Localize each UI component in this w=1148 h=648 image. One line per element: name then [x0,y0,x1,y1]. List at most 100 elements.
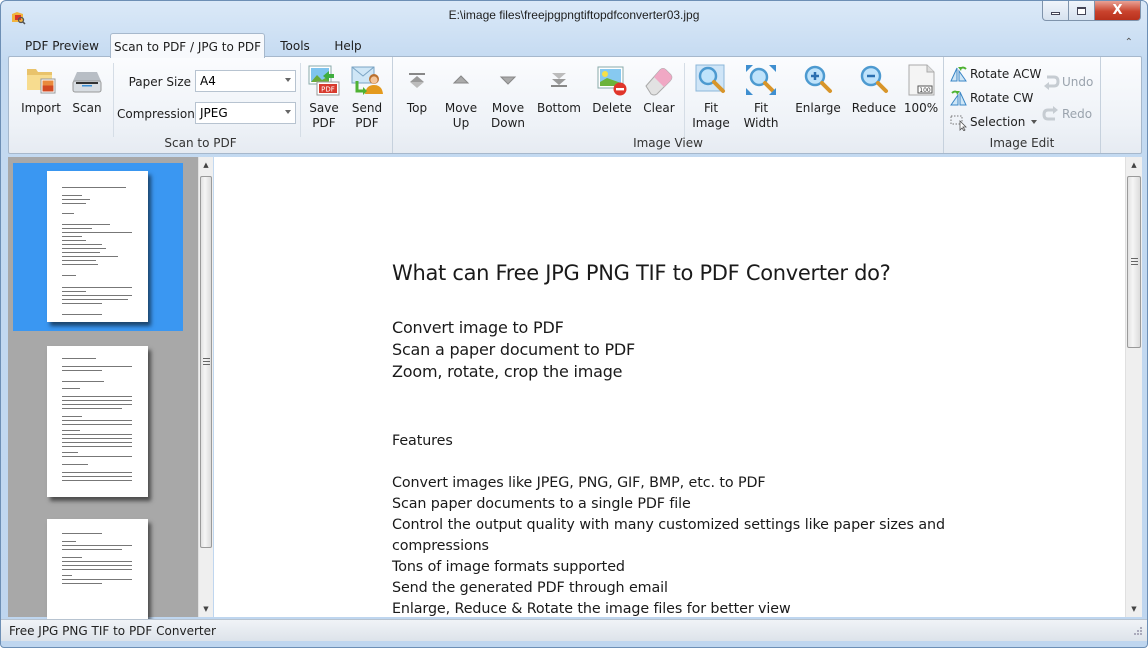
thumbnail-text-line [62,244,102,245]
close-button[interactable]: X [1095,1,1141,21]
tab-scan-to-pdf[interactable]: Scan to PDF / JPG to PDF [110,33,265,58]
send-pdf-button[interactable]: Send PDF [347,63,387,131]
reduce-button[interactable]: Reduce [847,63,901,116]
group-image-view: Top Move Up Move Down Bottom Delete Clea… [393,57,944,153]
feature-line: Convert images like JPEG, PNG, GIF, BMP,… [392,475,766,491]
thumbnail-text-line [62,565,132,566]
enlarge-button[interactable]: Enlarge [791,63,845,116]
scroll-up-arrow-icon[interactable]: ▲ [1126,157,1142,173]
scan-button[interactable]: Scan [67,63,107,116]
fit-width-icon [744,63,778,97]
thumbnail-text-line [62,264,98,265]
thumbnail-text-line [62,404,132,405]
import-button[interactable]: Import [19,63,63,116]
separator [113,63,114,137]
delete-button[interactable]: Delete [592,63,632,116]
viewer-scrollbar[interactable]: ▲ ▼ [1125,157,1142,617]
thumbnail-text-line [62,480,132,481]
group-scan-to-pdf: Import Scan Paper Size A4 Compression JP… [9,57,393,153]
thumbnail-page-3[interactable] [47,519,148,619]
collapse-ribbon-button[interactable]: ⌃ [1125,37,1133,48]
thumbnail-text-line [62,430,80,431]
redo-button[interactable]: Redo [1042,104,1092,124]
thumbnail-panel [8,157,198,619]
intro-line: Convert image to PDF [392,318,564,337]
minimize-button[interactable] [1042,1,1069,21]
thumbnail-text-line [62,408,122,409]
thumbnail-text-line [62,224,110,225]
thumbnail-text-line [62,260,96,261]
thumbnail-text-line [62,557,82,558]
compression-label: Compression [117,107,195,121]
thumbnail-text-line [62,195,82,196]
move-to-bottom-icon [542,63,576,97]
thumbnail-text-line [62,203,86,204]
actual-size-button[interactable]: 100 100% [901,63,941,116]
thumbnail-text-line [62,228,92,229]
thumbnail-text-line [62,456,132,457]
move-down-button[interactable]: Move Down [489,63,527,131]
thumbnail-text-line [62,541,76,542]
resize-grip-icon[interactable] [1133,626,1143,636]
scrollbar-thumb[interactable] [1127,176,1141,348]
thumbnail-page-1[interactable] [47,171,148,322]
thumbnail-scrollbar[interactable]: ▲ ▼ [198,157,213,617]
top-button[interactable]: Top [399,63,435,116]
bottom-button[interactable]: Bottom [535,63,583,116]
selection-dropdown[interactable]: Selection [950,112,1038,132]
tab-pdf-preview[interactable]: PDF Preview [19,33,105,58]
intro-line: Zoom, rotate, crop the image [392,362,623,381]
selection-icon [950,113,968,131]
thumbnail-text-line [62,291,86,292]
clear-button[interactable]: Clear [641,63,677,116]
thumbnail-text-line [62,452,78,453]
thumbnail-text-line [62,213,74,214]
status-bar: Free JPG PNG TIF to PDF Converter [1,619,1147,641]
app-window: E:\image files\freejpgpngtiftopdfconvert… [0,0,1148,648]
group-image-edit: Rotate ACW Rotate CW Selection Undo Redo… [944,57,1101,153]
feature-line: Send the generated PDF through email [392,580,668,596]
thumbnail-text-line [62,545,132,546]
thumbnail-text-line [62,434,132,435]
thumbnail-text-line [62,569,132,570]
thumbnail-text-line [62,381,104,382]
tab-help[interactable]: Help [327,33,369,58]
thumbnail-page-2[interactable] [47,346,148,497]
thumbnail-text-line [62,472,132,473]
rotate-acw-icon [950,65,968,83]
minimize-icon [1051,12,1060,15]
move-up-button[interactable]: Move Up [443,63,479,131]
thumbnail-text-line [62,446,132,447]
scrollbar-thumb[interactable] [200,176,212,548]
window-title: E:\image files\freejpgpngtiftopdfconvert… [448,8,700,22]
maximize-button[interactable] [1069,1,1095,21]
group-label-image-edit: Image Edit [989,136,1055,150]
document-image: What can Free JPG PNG TIF to PDF Convert… [392,261,945,617]
close-icon: X [1112,3,1123,18]
rotate-acw-button[interactable]: Rotate ACW [950,64,1041,84]
scroll-down-arrow-icon[interactable]: ▼ [1126,601,1142,617]
thumbnail-text-line [62,579,132,580]
eraser-icon [642,63,676,97]
delete-image-icon [595,63,629,97]
save-pdf-button[interactable]: PDF Save PDF [305,63,343,131]
svg-text:100: 100 [919,87,931,94]
tab-tools[interactable]: Tools [271,33,319,58]
scroll-down-arrow-icon[interactable]: ▼ [199,601,213,617]
undo-button[interactable]: Undo [1042,72,1093,92]
thumbnail-text-line [62,370,102,371]
thumbnail-text-line [62,438,132,439]
thumbnail-text-line [62,236,82,237]
thumbnail-text-line [62,303,102,304]
fit-width-button[interactable]: Fit Width [739,63,783,131]
send-email-icon [350,63,384,97]
fit-image-button[interactable]: Fit Image [691,63,731,131]
compression-select[interactable]: JPEG [195,102,296,124]
paper-size-select[interactable]: A4 [195,70,296,92]
feature-line: compressions [392,538,489,554]
thumbnail-text-line [62,240,86,241]
thumbnail-text-line [62,464,88,465]
scan-label: Scan [72,101,102,115]
scroll-up-arrow-icon[interactable]: ▲ [199,157,213,173]
rotate-cw-button[interactable]: Rotate CW [950,88,1033,108]
